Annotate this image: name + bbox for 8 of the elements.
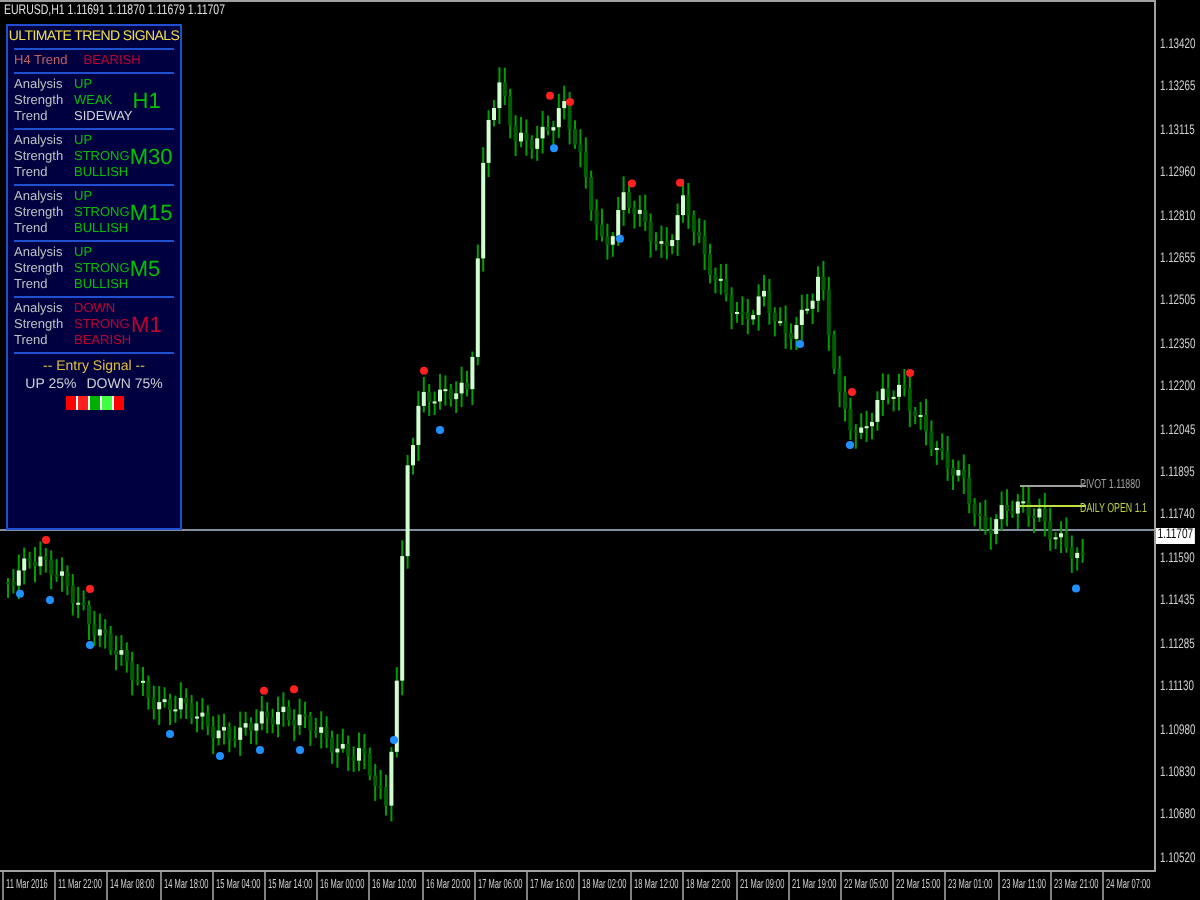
- timeframe-label: M1: [131, 313, 162, 337]
- timeframe-label: M5: [129, 257, 161, 281]
- timeframe-label: H1: [132, 89, 161, 113]
- daily-open-line: [1019, 505, 1087, 507]
- pivot-line: [1019, 485, 1087, 487]
- timeframe-label: M30: [129, 145, 173, 169]
- timeframe-label: M15: [129, 201, 173, 225]
- signal-strength-bar: [65, 396, 123, 410]
